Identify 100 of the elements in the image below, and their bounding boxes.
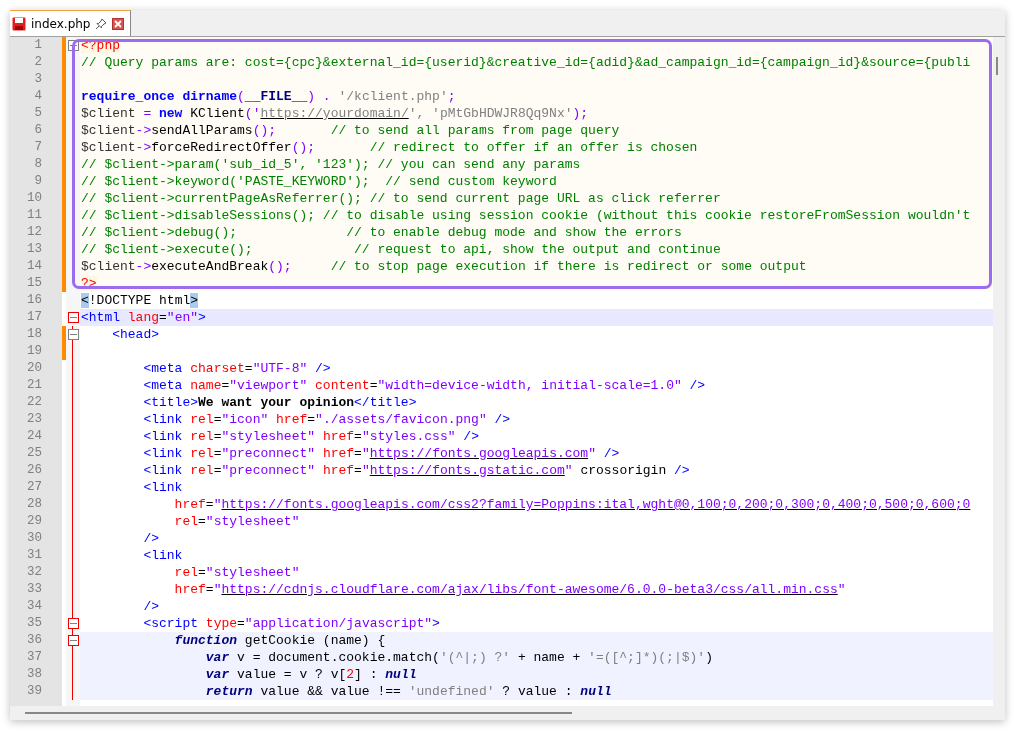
scrollbar-thumb[interactable] <box>25 712 572 714</box>
code-text: = <box>142 106 153 121</box>
code-text: "width=device-width, initial-scale=1.0" <box>377 378 682 393</box>
code-text: ', <box>408 106 426 121</box>
line-number: 37 <box>26 649 42 666</box>
fold-toggle-icon[interactable] <box>67 312 79 323</box>
code-text: = <box>354 446 362 461</box>
code-text: '/kclient.php' <box>338 89 448 104</box>
code-text: <script <box>142 616 199 631</box>
code-text: <link <box>142 480 183 495</box>
code-text: ) . <box>307 89 332 104</box>
line-number: 5 <box>33 105 42 122</box>
line-number: 39 <box>26 683 42 700</box>
code-text: rel <box>189 412 214 427</box>
line-number: 20 <box>26 360 42 377</box>
code-text: forceRedirectOffer <box>151 140 292 155</box>
code-text: type <box>204 616 238 631</box>
scrollbar-thumb[interactable] <box>996 57 998 75</box>
code-text: = <box>198 514 206 529</box>
line-number: 16 <box>26 292 42 309</box>
code-text: https://cdnjs.cloudflare.com/ajax/libs/font-awesome/6.0.0-beta3/css/all.min.css <box>221 582 838 597</box>
line-number: 28 <box>26 496 42 513</box>
code-text: ? value : <box>501 684 574 699</box>
line-number: 19 <box>26 343 42 360</box>
code-text: name <box>189 378 222 393</box>
code-text: ); <box>572 106 589 121</box>
code-text: -> <box>135 140 152 155</box>
close-icon[interactable] <box>112 17 125 30</box>
horizontal-scrollbar[interactable] <box>10 706 1005 720</box>
code-text: sendAllParams <box>151 123 253 138</box>
vertical-scrollbar[interactable] <box>993 37 1005 706</box>
line-number: 29 <box>26 513 42 530</box>
code-text: /> <box>688 378 706 393</box>
pin-icon[interactable] <box>95 17 108 30</box>
code-editor[interactable] <box>10 37 993 706</box>
code-text: = <box>244 361 253 376</box>
code-text: https://yourdomain/ <box>260 106 409 121</box>
code-text: function <box>173 633 238 648</box>
code-text: https://fonts.gstatic.com <box>369 463 565 478</box>
code-text: // to stop page execution if there is redirect or some output <box>329 259 807 274</box>
file-tab[interactable]: index.php <box>10 10 132 36</box>
line-number: 34 <box>26 598 42 615</box>
code-text: var <box>204 667 230 682</box>
line-number: 22 <box>26 394 42 411</box>
code-text: " <box>213 582 222 597</box>
code-text: $client <box>81 259 136 274</box>
code-text: "stylesheet" <box>205 514 300 529</box>
code-text: = <box>354 463 362 478</box>
code-text: href <box>173 497 206 512</box>
code-text: // $client->debug(); // to enable debug mode and show the errors <box>81 225 682 240</box>
code-text: ; <box>447 89 456 104</box>
code-text: /> <box>314 361 331 376</box>
code-text: (); <box>252 123 277 138</box>
code-text: /> <box>602 446 620 461</box>
line-number: 14 <box>26 258 42 275</box>
line-number: 3 <box>33 71 42 88</box>
line-number: 38 <box>26 666 42 683</box>
code-text: <meta <box>142 361 183 376</box>
code-text: rel <box>189 446 214 461</box>
code-text: rel <box>173 514 199 529</box>
line-number: 26 <box>26 462 42 479</box>
code-text: /> <box>462 429 479 444</box>
code-text: = <box>205 582 214 597</box>
line-number: 8 <box>33 156 42 173</box>
code-text: " <box>361 463 370 478</box>
code-text: > <box>198 310 206 325</box>
code-text: href <box>173 582 206 597</box>
code-text: -> <box>135 259 152 274</box>
code-text: ) <box>705 650 713 665</box>
code-text: = <box>205 497 214 512</box>
code-text: "styles.css" <box>361 429 456 444</box>
fold-toggle-icon[interactable] <box>67 40 79 51</box>
fold-toggle-icon[interactable] <box>67 329 79 340</box>
line-number: 35 <box>26 615 42 632</box>
code-text: var <box>204 650 230 665</box>
code-text: = <box>198 565 206 580</box>
code-text: href <box>275 412 308 427</box>
code-text: (); <box>268 259 292 274</box>
code-text: '=([^;]*)(;|$)' <box>588 650 706 665</box>
code-text: "viewport" <box>229 378 308 393</box>
code-text: !DOCTYPE html <box>88 293 191 308</box>
code-text: "icon" <box>221 412 269 427</box>
code-text: > <box>432 616 440 631</box>
code-text: <link <box>142 446 183 461</box>
code-text: // to send all params from page query <box>329 123 620 138</box>
code-text: // redirect to offer if an offer is chosen <box>368 140 698 155</box>
line-number: 1 <box>33 37 42 54</box>
code-text: (' <box>244 106 261 121</box>
code-text: $client <box>81 123 136 138</box>
code-text: = <box>221 378 230 393</box>
code-text: value && value !== <box>259 684 402 699</box>
code-text: href <box>321 463 355 478</box>
fold-toggle-icon[interactable] <box>67 635 79 646</box>
fold-toggle-icon[interactable] <box>67 618 79 629</box>
code-text: = <box>213 429 222 444</box>
code-text: 'pMtGbHDWJR8Qq9Nx' <box>432 106 573 121</box>
code-text: "preconnect" <box>221 446 316 461</box>
code-text: = <box>213 463 222 478</box>
code-text: ] : <box>354 667 379 682</box>
code-text: We want your opinion <box>198 395 355 410</box>
